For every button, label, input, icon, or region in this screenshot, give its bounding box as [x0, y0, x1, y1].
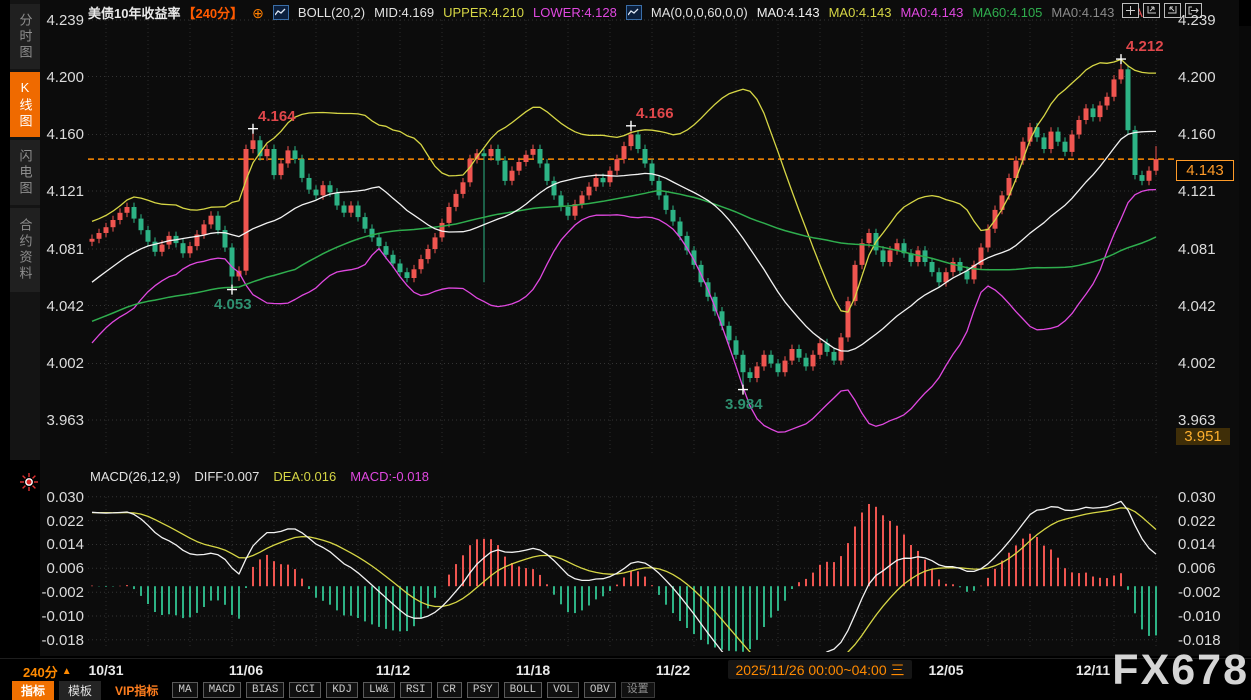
macd-axis-label-right: -0.002	[1178, 584, 1224, 601]
macd-axis-label-right: -0.010	[1178, 608, 1224, 625]
y-axis-label-right: 4.160	[1178, 126, 1224, 143]
ma-group-label: MA(0,0,0,60,0,0)	[651, 5, 748, 20]
y-axis-label-right: 4.200	[1178, 69, 1224, 86]
y-axis-label-left: 4.200	[38, 69, 84, 86]
period-label: 【240分】	[182, 3, 243, 22]
y-axis-label-right: 4.081	[1178, 241, 1224, 258]
macd-axis-label-right: 0.030	[1178, 489, 1224, 506]
price-annotation-low: 3.984	[725, 396, 763, 413]
sidebar-item-k-line-chart[interactable]: K线图	[10, 72, 40, 137]
indicator-button-ma[interactable]: MA	[172, 682, 197, 698]
indicator-button-boll[interactable]: BOLL	[504, 682, 542, 698]
price-annotation-high: 4.212	[1126, 38, 1164, 55]
macd-axis-label-right: 0.022	[1178, 513, 1224, 530]
y-axis-label-left: 4.042	[38, 298, 84, 315]
macd-macd-value: MACD:-0.018	[350, 469, 429, 484]
sidebar-item-flash-chart[interactable]: 闪电图	[10, 140, 40, 205]
mini-chart-icon[interactable]	[626, 5, 642, 20]
macd-dea-value: DEA:0.016	[273, 469, 336, 484]
ma-value: MA60:4.105	[972, 5, 1042, 20]
indicator-button-vol[interactable]: VOL	[547, 682, 579, 698]
macd-header: MACD(26,12,9) DIFF:0.007 DEA:0.016 MACD:…	[90, 469, 429, 484]
y-axis-label-left: 4.239	[38, 12, 84, 29]
y-axis-label-left: 4.121	[38, 183, 84, 200]
y-axis-label-right: 4.121	[1178, 183, 1224, 200]
x-axis-label: 11/06	[201, 662, 291, 678]
candlestick-chart[interactable]	[0, 0, 1251, 699]
indicator-button-bias[interactable]: BIAS	[246, 682, 284, 698]
indicator-button-psy[interactable]: PSY	[467, 682, 499, 698]
y-axis-label-right: 4.002	[1178, 355, 1224, 372]
sidebar: 分时图K线图闪电图合约资料	[10, 0, 40, 460]
y-axis-label-right: 3.963	[1178, 412, 1224, 429]
mini-chart-icon[interactable]	[273, 5, 289, 20]
macd-axis-label-left: 0.030	[38, 489, 84, 506]
x-axis-label: 11/22	[628, 662, 718, 678]
bottom-toolbar: 指标模板 VIP指标 MA MACD BIAS CCI KDJ LW&RSI CR PSY BOLL…	[12, 682, 655, 698]
price-annotation-high: 4.164	[258, 108, 296, 125]
ma-value: MA0:4.143	[900, 5, 963, 20]
macd-axis-label-left: 0.006	[38, 560, 84, 577]
indicator-button-rsi[interactable]: RSI	[400, 682, 432, 698]
last-price-badge: 4.143	[1176, 160, 1234, 181]
macd-params-label: MACD(26,12,9)	[90, 469, 180, 484]
x-axis-label: 12/05	[901, 662, 991, 678]
sidebar-item-contract-info[interactable]: 合约资料	[10, 208, 40, 292]
boll-upper-value: UPPER:4.210	[443, 5, 524, 20]
x-axis-highlighted-range: 2025/11/26 00:00~04:00 三	[728, 660, 912, 679]
y-axis-label-left: 4.160	[38, 126, 84, 143]
x-axis-label: 11/18	[488, 662, 578, 678]
macd-axis-label-right: 0.006	[1178, 560, 1224, 577]
y-axis-label-left: 4.081	[38, 241, 84, 258]
indicator-button-lw&[interactable]: LW&	[363, 682, 395, 698]
macd-axis-label-left: -0.018	[38, 632, 84, 649]
ma-values: MA0:4.143 MA0:4.143 MA0:4.143 MA60:4.105 MA0…	[757, 5, 1143, 20]
indicator-button-cci[interactable]: CCI	[289, 682, 321, 698]
lowest-price-badge: 3.951	[1176, 428, 1230, 445]
boll-lower-value: LOWER:4.128	[533, 5, 617, 20]
ma-value: MA0:4.143	[829, 5, 892, 20]
chart-header: 美债10年收益率 【240分】 ⊕ BOLL(20,2) MID:4.169 U…	[88, 3, 1143, 22]
macd-axis-label-left: -0.010	[38, 608, 84, 625]
tab-vip-indicators[interactable]: VIP指标	[106, 681, 167, 700]
circle-plus-icon[interactable]: ⊕	[252, 7, 264, 19]
symbol-title: 美债10年收益率	[88, 3, 180, 22]
indicator-button-cr[interactable]: CR	[437, 682, 462, 698]
price-annotation-low: 4.053	[214, 296, 252, 313]
boll-mid-value: MID:4.169	[374, 5, 434, 20]
scale-y-axis-icon[interactable]	[1143, 3, 1160, 18]
indicator-button-macd[interactable]: MACD	[203, 682, 241, 698]
tab-indicators[interactable]: 指标	[12, 681, 54, 700]
indicator-button-kdj[interactable]: KDJ	[326, 682, 358, 698]
y-axis-label-left: 3.963	[38, 412, 84, 429]
x-axis: 240分 ▲ 10/3111/0611/1211/1811/2212/0512/…	[0, 658, 1251, 682]
pan-icon[interactable]	[1122, 3, 1139, 18]
macd-axis-label-right: 0.014	[1178, 536, 1224, 553]
boll-label: BOLL(20,2)	[298, 5, 365, 20]
sidebar-item-time-chart[interactable]: 分时图	[10, 4, 40, 69]
watermark: FX678	[1112, 646, 1249, 695]
indicator-button-设置[interactable]: 设置	[621, 682, 655, 698]
x-axis-label: 11/12	[348, 662, 438, 678]
ma-value: MA0:4.143	[757, 5, 820, 20]
y-axis-label-right: 4.239	[1178, 12, 1224, 29]
timeframe-label: 240分	[23, 662, 58, 681]
tab-templates[interactable]: 模板	[59, 681, 101, 700]
macd-axis-label-left: 0.014	[38, 536, 84, 553]
price-annotation-high: 4.166	[636, 105, 674, 122]
y-axis-label-left: 4.002	[38, 355, 84, 372]
x-axis-label: 10/31	[61, 662, 151, 678]
macd-axis-label-left: 0.022	[38, 513, 84, 530]
ma-value: MA0:4.143	[1051, 5, 1114, 20]
indicator-button-obv[interactable]: OBV	[584, 682, 616, 698]
y-axis-label-right: 4.042	[1178, 298, 1224, 315]
macd-axis-label-left: -0.002	[38, 584, 84, 601]
live-indicator-icon	[20, 473, 38, 496]
macd-diff-value: DIFF:0.007	[194, 469, 259, 484]
scrollbar[interactable]	[1239, 26, 1251, 656]
